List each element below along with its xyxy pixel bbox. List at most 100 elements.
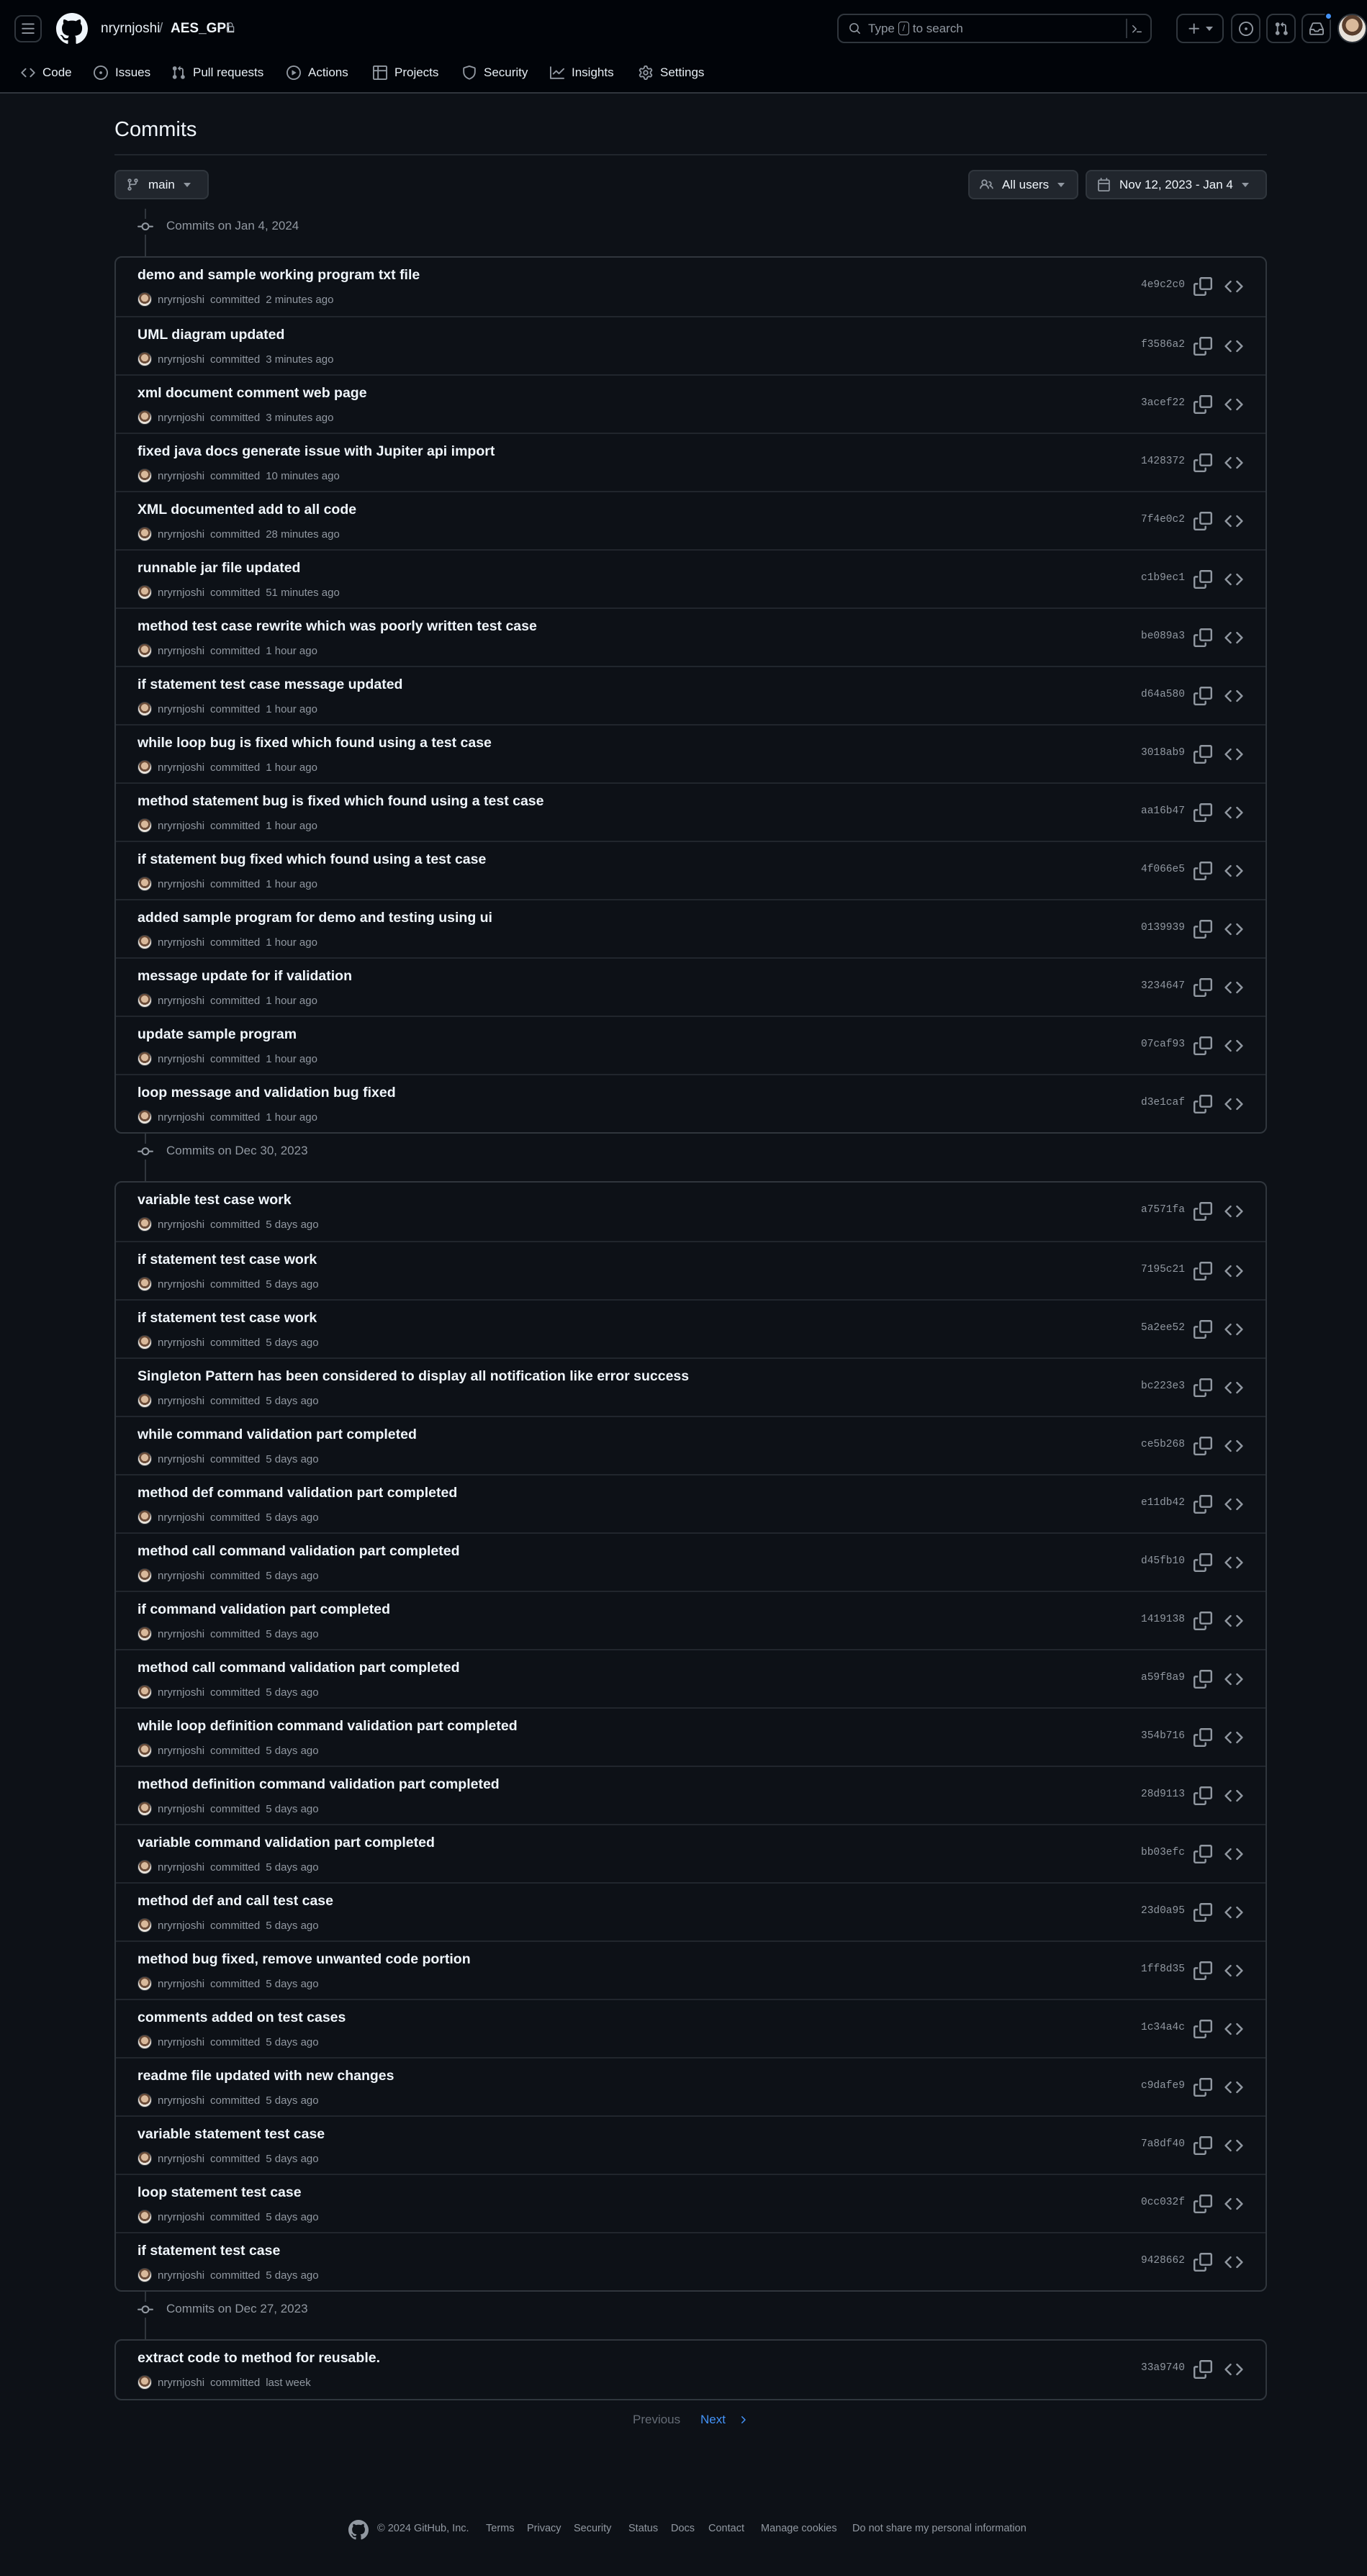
avatar[interactable] <box>137 2375 152 2390</box>
avatar[interactable] <box>137 2035 152 2049</box>
commit-sha[interactable]: f3586a2 <box>1141 339 1185 351</box>
browse-repo-button[interactable] <box>1224 453 1243 472</box>
browse-repo-button[interactable] <box>1224 1095 1243 1113</box>
pull-requests-button[interactable] <box>1266 14 1296 43</box>
avatar[interactable] <box>137 1976 152 1991</box>
commit-message[interactable]: Singleton Pattern has been considered to… <box>137 1368 689 1385</box>
copy-sha-button[interactable] <box>1194 862 1212 880</box>
commit-author[interactable]: nryrnjoshi <box>158 2153 204 2165</box>
commit-sha[interactable]: ce5b268 <box>1141 1439 1185 1450</box>
commit-author[interactable]: nryrnjoshi <box>158 645 204 657</box>
avatar[interactable] <box>137 1510 152 1524</box>
avatar[interactable] <box>137 1335 152 1350</box>
avatar[interactable] <box>137 2093 152 2107</box>
copy-sha-button[interactable] <box>1194 628 1212 647</box>
browse-repo-button[interactable] <box>1224 1728 1243 1747</box>
copy-sha-button[interactable] <box>1194 337 1212 356</box>
browse-repo-button[interactable] <box>1224 1495 1243 1514</box>
footer-link[interactable]: Privacy <box>527 2523 561 2534</box>
commit-sha[interactable]: 3018ab9 <box>1141 747 1185 759</box>
commit-sha[interactable]: 1ff8d35 <box>1141 1963 1185 1975</box>
browse-repo-button[interactable] <box>1224 803 1243 822</box>
browse-repo-button[interactable] <box>1224 512 1243 530</box>
tab-actions[interactable]: Actions <box>287 58 348 88</box>
copy-sha-button[interactable] <box>1194 803 1212 822</box>
commit-sha[interactable]: 23d0a95 <box>1141 1905 1185 1917</box>
copy-sha-button[interactable] <box>1194 1095 1212 1113</box>
commit-message[interactable]: while command validation part completed <box>137 1427 417 1443</box>
commit-message[interactable]: added sample program for demo and testin… <box>137 910 492 926</box>
commit-sha[interactable]: 7195c21 <box>1141 1264 1185 1275</box>
browse-repo-button[interactable] <box>1224 1612 1243 1630</box>
avatar[interactable] <box>137 702 152 716</box>
avatar[interactable] <box>137 1743 152 1758</box>
copy-sha-button[interactable] <box>1194 2020 1212 2038</box>
chevron-right-icon[interactable] <box>737 2414 749 2426</box>
tab-settings[interactable]: Settings <box>639 58 704 88</box>
browse-repo-button[interactable] <box>1224 2136 1243 2155</box>
avatar[interactable] <box>137 2210 152 2224</box>
issues-button[interactable] <box>1231 14 1260 43</box>
avatar[interactable] <box>137 1452 152 1466</box>
copy-sha-button[interactable] <box>1194 1320 1212 1339</box>
commit-message[interactable]: variable command validation part complet… <box>137 1835 435 1851</box>
copy-sha-button[interactable] <box>1194 1553 1212 1572</box>
browse-repo-button[interactable] <box>1224 2360 1243 2379</box>
browse-repo-button[interactable] <box>1224 1553 1243 1572</box>
copy-sha-button[interactable] <box>1194 1786 1212 1805</box>
commit-message[interactable]: fixed java docs generate issue with Jupi… <box>137 443 495 460</box>
commit-message[interactable]: demo and sample working program txt file <box>137 267 420 284</box>
copy-sha-button[interactable] <box>1194 1262 1212 1280</box>
avatar[interactable] <box>137 1052 152 1066</box>
commit-sha[interactable]: 7f4e0c2 <box>1141 514 1185 525</box>
copy-sha-button[interactable] <box>1194 2136 1212 2155</box>
commit-sha[interactable]: 33a9740 <box>1141 2362 1185 2374</box>
avatar[interactable] <box>137 469 152 483</box>
create-new-button[interactable] <box>1176 14 1224 43</box>
copy-sha-button[interactable] <box>1194 1670 1212 1689</box>
copy-sha-button[interactable] <box>1194 2360 1212 2379</box>
commit-message[interactable]: extract code to method for reusable. <box>137 2350 380 2367</box>
copy-sha-button[interactable] <box>1194 1378 1212 1397</box>
commit-message[interactable]: method call command validation part comp… <box>137 1660 460 1676</box>
commit-sha[interactable]: 3acef22 <box>1141 397 1185 409</box>
commit-author[interactable]: nryrnjoshi <box>158 820 204 832</box>
avatar[interactable] <box>137 877 152 891</box>
avatar[interactable] <box>137 2151 152 2166</box>
commit-author[interactable]: nryrnjoshi <box>158 412 204 424</box>
commit-sha[interactable]: 1419138 <box>1141 1614 1185 1625</box>
commit-sha[interactable]: 7a8df40 <box>1141 2138 1185 2150</box>
copy-sha-button[interactable] <box>1194 1495 1212 1514</box>
tab-projects[interactable]: Projects <box>373 58 438 88</box>
copy-sha-button[interactable] <box>1194 1728 1212 1747</box>
avatar[interactable] <box>137 292 152 307</box>
copy-sha-button[interactable] <box>1194 745 1212 764</box>
commit-message[interactable]: loop statement test case <box>137 2184 302 2201</box>
copy-sha-button[interactable] <box>1194 1036 1212 1055</box>
browse-repo-button[interactable] <box>1224 1670 1243 1689</box>
commit-author[interactable]: nryrnjoshi <box>158 1920 204 1932</box>
commit-author[interactable]: nryrnjoshi <box>158 2269 204 2282</box>
commit-message[interactable]: loop message and validation bug fixed <box>137 1085 396 1101</box>
tab-insights[interactable]: Insights <box>550 58 614 88</box>
commit-author[interactable]: nryrnjoshi <box>158 1111 204 1124</box>
commit-message[interactable]: method bug fixed, remove unwanted code p… <box>137 1951 471 1968</box>
commit-sha[interactable]: 0139939 <box>1141 922 1185 934</box>
footer-link[interactable]: Contact <box>708 2523 744 2534</box>
browse-repo-button[interactable] <box>1224 1961 1243 1980</box>
avatar[interactable] <box>137 527 152 541</box>
github-logo-icon[interactable] <box>348 2520 369 2540</box>
commit-author[interactable]: nryrnjoshi <box>158 1511 204 1524</box>
commit-sha[interactable]: aa16b47 <box>1141 805 1185 817</box>
avatar[interactable] <box>137 993 152 1008</box>
footer-link[interactable]: Terms <box>486 2523 514 2534</box>
avatar[interactable] <box>137 352 152 366</box>
footer-link[interactable]: Security <box>574 2523 611 2534</box>
browse-repo-button[interactable] <box>1224 1036 1243 1055</box>
avatar[interactable] <box>137 1918 152 1933</box>
footer-link[interactable]: Status <box>628 2523 658 2534</box>
commit-sha[interactable]: 4f066e5 <box>1141 864 1185 875</box>
commit-author[interactable]: nryrnjoshi <box>158 294 204 306</box>
commit-message[interactable]: method statement bug is fixed which foun… <box>137 793 544 810</box>
browse-repo-button[interactable] <box>1224 687 1243 705</box>
